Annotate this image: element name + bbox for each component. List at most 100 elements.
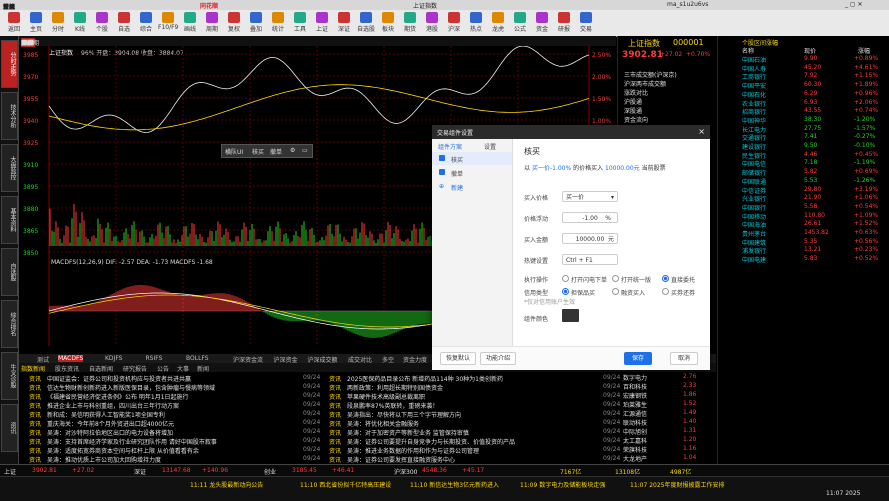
float-sell-button[interactable]: 撤单 <box>270 147 282 156</box>
stock-row[interactable]: 长江电力 27.75 -1.57% <box>718 125 889 134</box>
float-input[interactable]: -1.00 % <box>562 212 618 223</box>
trade-float-toolbar[interactable]: 横队UI 核买 撤单 ⚙ ▭ <box>221 144 313 158</box>
stock-row[interactable]: 招商银行 43.55 +0.74% <box>718 107 889 116</box>
stock-row[interactable]: 中国石油 9.90 +0.89% <box>718 55 889 64</box>
stock-row[interactable]: 贵州茅台 1453.82 +0.63% <box>718 229 889 238</box>
left-tab[interactable]: 自选股 <box>1 248 18 296</box>
toolbar-button[interactable]: 复权 <box>224 12 244 33</box>
sector-row[interactable]: 百和科技 2.33 <box>623 382 715 391</box>
news-item[interactable]: 资讯 段泉鹏率87%英联转，重磅来袭！ 09/24 <box>329 401 625 410</box>
toolbar-button[interactable]: 龙虎 <box>488 12 508 33</box>
news-item[interactable]: 资讯 吴涛：推动优质上市公司加大回购增持力度 09/24 <box>29 455 325 464</box>
radio-option[interactable]: 担保品买 <box>562 288 610 297</box>
toolbar-button[interactable]: 工具 <box>290 12 310 33</box>
news-item[interactable]: 资讯 2025医保药品目录公布 新增药品114种 30种为1类创新药 09/24 <box>329 374 625 383</box>
window-icon[interactable]: ▭ <box>302 147 308 154</box>
check-icon[interactable] <box>439 169 445 175</box>
desc-link[interactable]: 买一价-1.00% <box>532 165 571 172</box>
toolbar-button[interactable]: 周期 <box>202 12 222 33</box>
settings-icon[interactable]: ⚙ <box>290 147 295 154</box>
toolbar-button[interactable]: 沪深 <box>444 12 464 33</box>
toolbar-button[interactable]: 主页 <box>26 12 46 33</box>
radio-option[interactable]: 融资买入 <box>612 288 660 297</box>
news-tab[interactable]: 大事 <box>177 364 189 373</box>
stock-row[interactable]: 中国移动 110.80 +1.09% <box>718 212 889 221</box>
side-item-buy[interactable]: 核买 <box>432 152 512 165</box>
news-item[interactable]: 资讯 吴涛：将优化相关金融服务 09/24 <box>329 419 625 428</box>
index-item[interactable]: 涨跌对比 <box>624 88 648 97</box>
toolbar-button[interactable]: 综合 <box>136 12 156 33</box>
stock-row[interactable]: 中国人寿 45.20 +4.61% <box>718 64 889 73</box>
indicator-tab[interactable]: BOLLFS <box>186 355 209 362</box>
window-controls[interactable]: _ ▢ ✕ <box>845 1 863 8</box>
news-tab[interactable]: 公告 <box>157 364 169 373</box>
left-tab[interactable]: 分时走势 <box>1 40 18 88</box>
toolbar-button[interactable]: 个股 <box>92 12 112 33</box>
left-tab[interactable]: 技术分析 <box>1 92 18 140</box>
stock-row[interactable]: 中国石化 6.29 +0.96% <box>718 90 889 99</box>
ticker-item[interactable]: 11:10 西北省份拟千亿特高压建设 <box>300 480 406 489</box>
radio-icon[interactable] <box>612 275 619 282</box>
index-item[interactable]: 沪深两市成交额 <box>624 79 666 88</box>
color-swatch[interactable] <box>562 309 579 322</box>
index-item[interactable]: 三市成交额(沪深京) <box>624 70 677 79</box>
stock-row[interactable]: 中国海油 26.61 +1.52% <box>718 220 889 229</box>
sector-row[interactable]: 数字电力 2.76 <box>623 373 715 382</box>
radio-option[interactable]: 打开闪电下单 <box>562 275 610 284</box>
sector-row[interactable]: 珀莱雅生 1.52 <box>623 400 715 409</box>
ticker-item[interactable]: 11:11 龙头股最新动向公告 <box>190 480 296 489</box>
status-index-label[interactable]: 深证 <box>134 467 146 476</box>
toolbar-button[interactable]: 板块 <box>378 12 398 33</box>
news-tab[interactable]: 指数新闻 <box>21 364 45 373</box>
stock-row[interactable]: 中国电建 5.83 +0.52% <box>718 255 889 264</box>
index-item[interactable]: 深股通 <box>624 106 642 115</box>
toolbar-button[interactable]: 自选股 <box>356 12 376 33</box>
radio-icon[interactable] <box>662 275 669 282</box>
news-item[interactable]: 资讯 《福建省民营经济促进条例》公布 明年1月1日起施行 09/24 <box>29 392 325 401</box>
toolbar-button[interactable]: 分时 <box>48 12 68 33</box>
function-intro-button[interactable]: 功能介绍 <box>480 352 516 365</box>
toolbar-button[interactable]: 交易 <box>576 12 596 33</box>
sector-row[interactable]: 宏康钢铁 1.86 <box>623 391 715 400</box>
toolbar-button[interactable]: K线 <box>70 12 90 33</box>
news-item[interactable]: 资讯 推进企业上市与科创重组，四川出台三年行动方案 09/24 <box>29 401 325 410</box>
news-item[interactable]: 资讯 吴涛：证券公司要提升自身竞争力与长期投资、价值投资的产品 09/24 <box>329 437 625 446</box>
sector-row[interactable]: 汇源通信 1.49 <box>623 409 715 418</box>
side-item-cancel[interactable]: 撤单 <box>432 166 512 179</box>
news-item[interactable]: 资讯 吴涛指出：尽快将以下用三个字节理解方向 09/24 <box>329 410 625 419</box>
news-item[interactable]: 资讯 信达生物财新创新药进入新版医保目录，包含肿瘤与慢病等领域 09/24 <box>29 383 325 392</box>
toolbar-button[interactable]: 资金 <box>532 12 552 33</box>
toolbar-button[interactable]: 上证 <box>312 12 332 33</box>
amount-input[interactable]: 10000.00 元 <box>562 233 618 244</box>
radio-option[interactable]: 打开统一版 <box>612 275 660 284</box>
sector-row[interactable]: 大龙地产 1.04 <box>623 454 715 463</box>
left-tab[interactable]: 综合排名 <box>1 300 18 348</box>
sector-row[interactable]: 荣旗科技 1.16 <box>623 445 715 454</box>
check-icon[interactable] <box>439 155 445 161</box>
radio-option[interactable]: 买券还券 <box>662 288 710 297</box>
index-item[interactable]: 沪股通 <box>624 97 642 106</box>
radio-icon[interactable] <box>662 288 669 295</box>
status-index-label[interactable]: 创业 <box>264 467 276 476</box>
news-item[interactable]: 资讯 两新政策：利用超长期特别国债资金 09/24 <box>329 383 625 392</box>
hotkey-input[interactable]: Ctrl + F1 <box>562 254 618 265</box>
save-button[interactable]: 保存 <box>624 352 652 365</box>
tab-settings[interactable]: 设置 <box>484 142 496 151</box>
left-tab[interactable]: 大盘监控 <box>1 144 18 192</box>
stock-row[interactable]: 中国电信 7.18 -1.19% <box>718 159 889 168</box>
news-item[interactable]: 资讯 吴涛：对沙特阿拉伯地区出口的电力设备将增加 09/24 <box>29 428 325 437</box>
left-tab[interactable]: 基本资料 <box>1 196 18 244</box>
restore-default-button[interactable]: 恢复默认 <box>440 352 476 365</box>
tab-scheme[interactable]: 组件方案 <box>438 142 462 151</box>
stock-row[interactable]: 建设银行 9.50 -0.10% <box>718 142 889 151</box>
news-item[interactable]: 资讯 新和成：吴信明获得人工智能奖1项全国专利 09/24 <box>29 410 325 419</box>
indicator-tab[interactable]: RSIFS <box>146 355 163 362</box>
toolbar-button[interactable]: 画线 <box>180 12 200 33</box>
stock-row[interactable]: 邮储银行 5.82 +0.69% <box>718 168 889 177</box>
news-item[interactable]: 资讯 中国证监会：证券公司和投资机构应与投资者共进共赢 09/24 <box>29 374 325 383</box>
news-tab[interactable]: 研究报告 <box>123 364 147 373</box>
stock-row[interactable]: 中国神华 38.30 -1.20% <box>718 116 889 125</box>
stock-row[interactable]: 农业银行 6.93 +2.06% <box>718 99 889 108</box>
radio-icon[interactable] <box>562 288 569 295</box>
toolbar-button[interactable]: 统计 <box>268 12 288 33</box>
